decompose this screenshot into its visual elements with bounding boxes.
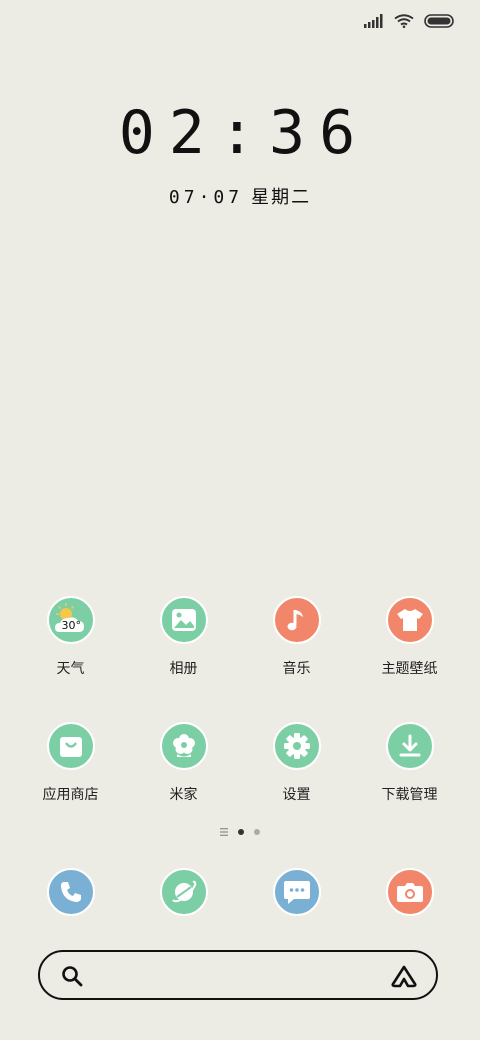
assistant-icon[interactable] <box>390 964 418 988</box>
menu-lines-icon <box>220 828 228 836</box>
page-dot <box>254 829 260 835</box>
search-bar[interactable] <box>38 950 438 1000</box>
dock-camera[interactable] <box>353 868 466 916</box>
app-label: 天气 <box>56 661 85 677</box>
dock-browser[interactable] <box>127 868 240 916</box>
app-music[interactable]: 音乐 <box>240 596 353 678</box>
app-themes[interactable]: 主题壁纸 <box>353 596 466 678</box>
app-gallery[interactable]: 相册 <box>127 596 240 678</box>
music-icon <box>272 596 321 644</box>
app-settings[interactable]: 设置 <box>240 722 353 804</box>
dock-messages[interactable] <box>240 868 353 916</box>
dock <box>14 868 466 916</box>
messages-icon <box>272 868 321 916</box>
date-day: 07·07 <box>168 187 244 208</box>
app-label: 设置 <box>282 787 311 803</box>
app-label: 应用商店 <box>42 787 99 803</box>
battery-icon <box>424 14 454 28</box>
clock-time[interactable]: 02:36 <box>0 98 480 168</box>
flower-icon <box>159 722 208 770</box>
app-store[interactable]: 应用商店 <box>14 722 127 804</box>
app-downloads[interactable]: 下载管理 <box>353 722 466 804</box>
phone-icon <box>46 868 95 916</box>
app-mihome[interactable]: 米家 <box>127 722 240 804</box>
theme-icon <box>385 596 434 644</box>
app-grid-row-1: 30° 天气 相册 音乐 主题壁纸 <box>14 596 466 678</box>
wifi-icon <box>394 14 414 28</box>
camera-icon <box>385 868 434 916</box>
page-dot-active <box>238 829 244 835</box>
date-weekday: 星期二 <box>251 187 312 208</box>
search-icon[interactable] <box>60 964 84 988</box>
store-icon <box>46 722 95 770</box>
app-label: 音乐 <box>282 661 311 677</box>
weather-temp: 30° <box>61 619 82 632</box>
app-grid-row-2: 应用商店 米家 设置 下载管理 <box>14 722 466 804</box>
app-label: 主题壁纸 <box>381 661 438 677</box>
app-weather[interactable]: 30° 天气 <box>14 596 127 678</box>
signal-icon <box>364 14 383 28</box>
status-bar <box>364 10 454 32</box>
weather-icon: 30° <box>46 596 95 644</box>
gallery-icon <box>159 596 208 644</box>
app-label: 相册 <box>169 661 198 677</box>
app-label: 米家 <box>169 787 198 803</box>
browser-icon <box>159 868 208 916</box>
clock-date: 07·07 星期二 <box>0 183 480 209</box>
download-icon <box>385 722 434 770</box>
page-indicator[interactable] <box>0 828 480 836</box>
dock-phone[interactable] <box>14 868 127 916</box>
app-label: 下载管理 <box>381 787 438 803</box>
gear-icon <box>272 722 321 770</box>
